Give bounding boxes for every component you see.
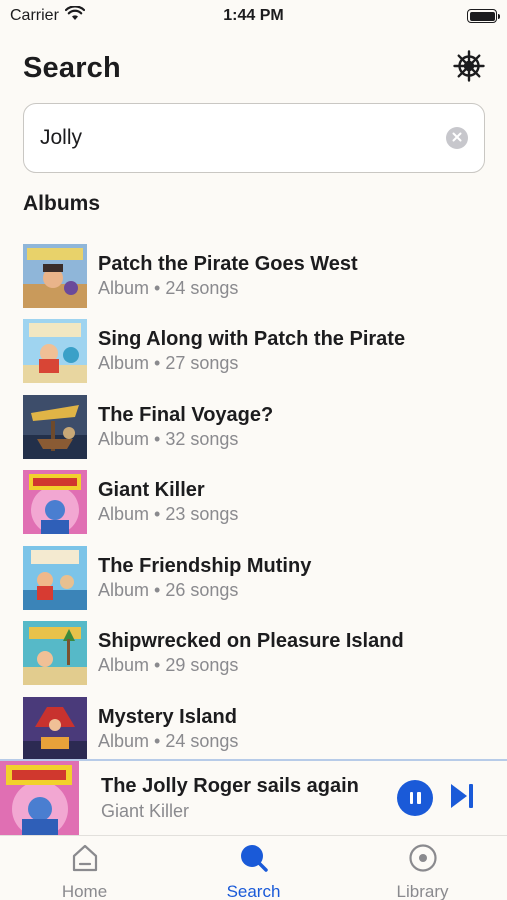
album-subtitle: Album • 24 songs <box>98 277 239 298</box>
header: Search <box>23 48 487 88</box>
now-playing-subtitle: Giant Killer <box>101 801 190 821</box>
pause-button[interactable] <box>397 780 433 816</box>
album-row[interactable]: Patch the Pirate Goes West Album • 24 so… <box>23 238 507 314</box>
carrier-label: Carrier <box>10 7 59 24</box>
tab-label: Home <box>61 882 108 900</box>
page-title: Search <box>23 51 121 84</box>
wifi-icon <box>64 5 85 26</box>
tab-home[interactable]: Home <box>0 836 169 900</box>
album-row[interactable]: Giant Killer Album • 23 songs <box>23 465 507 541</box>
now-playing-bar[interactable]: The Jolly Roger sails again Giant Killer <box>0 759 507 836</box>
next-track-button[interactable] <box>449 782 475 815</box>
tab-label: Search <box>226 882 281 900</box>
status-bar: Carrier 1:44 PM <box>0 0 507 32</box>
pause-icon <box>409 792 421 804</box>
ship-wheel-icon <box>453 49 485 87</box>
search-field <box>23 103 485 173</box>
album-subtitle: Album • 27 songs <box>98 353 239 374</box>
album-row[interactable]: Shipwrecked on Pleasure Island Album • 2… <box>23 616 507 692</box>
tab-label: Library <box>396 882 449 900</box>
status-left: Carrier <box>10 5 85 26</box>
search-icon <box>239 843 269 878</box>
album-title: Sing Along with Patch the Pirate <box>98 328 406 351</box>
album-art <box>23 621 87 686</box>
album-art <box>23 319 87 384</box>
album-row[interactable]: The Friendship Mutiny Album • 26 songs <box>23 540 507 616</box>
tab-bar: Home Search Library <box>0 835 507 900</box>
home-icon <box>70 843 100 878</box>
album-subtitle: Album • 32 songs <box>98 428 239 449</box>
album-art <box>23 696 87 761</box>
album-title: The Friendship Mutiny <box>98 554 312 577</box>
album-art <box>23 470 87 535</box>
now-playing-title: The Jolly Roger sails again <box>101 775 359 797</box>
settings-button[interactable] <box>451 49 487 87</box>
now-playing-art <box>0 760 79 836</box>
album-art <box>23 243 87 308</box>
album-title: Mystery Island <box>98 705 237 728</box>
search-input[interactable] <box>40 126 446 150</box>
album-title: Shipwrecked on Pleasure Island <box>98 630 404 653</box>
battery-icon <box>467 9 500 23</box>
album-row[interactable]: Mystery Island Album • 24 songs <box>23 691 507 767</box>
album-subtitle: Album • 26 songs <box>98 579 239 600</box>
album-art <box>23 545 87 610</box>
section-title-albums: Albums <box>23 192 101 215</box>
clear-icon <box>452 129 462 147</box>
album-subtitle: Album • 23 songs <box>98 504 239 525</box>
album-title: Giant Killer <box>98 479 205 502</box>
library-icon <box>408 843 438 878</box>
album-row[interactable]: The Final Voyage? Album • 32 songs <box>23 389 507 465</box>
tab-search[interactable]: Search <box>169 836 338 900</box>
tab-library[interactable]: Library <box>338 836 507 900</box>
clear-button[interactable] <box>446 127 468 149</box>
album-art <box>23 394 87 459</box>
album-row[interactable]: Sing Along with Patch the Pirate Album •… <box>23 314 507 390</box>
skip-forward-icon <box>449 783 475 814</box>
album-title: Patch the Pirate Goes West <box>98 252 358 275</box>
album-subtitle: Album • 24 songs <box>98 730 239 751</box>
album-list: Patch the Pirate Goes West Album • 24 so… <box>23 238 507 767</box>
album-title: The Final Voyage? <box>98 403 274 426</box>
album-subtitle: Album • 29 songs <box>98 655 239 676</box>
